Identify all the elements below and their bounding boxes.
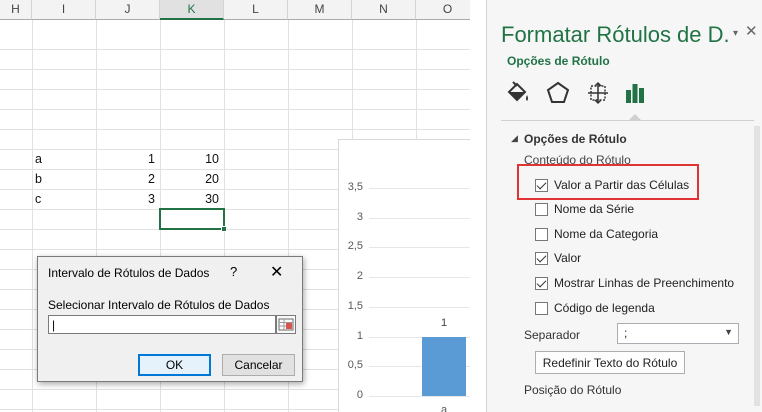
- range-dialog: Intervalo de Rótulos de Dados ? ✕ Seleci…: [37, 256, 303, 382]
- cell-i-c[interactable]: c: [32, 189, 96, 209]
- column-header-n[interactable]: N: [352, 0, 416, 20]
- pane-options-icon[interactable]: ▾: [733, 28, 738, 39]
- pane-title: Formatar Rótulos de D...: [501, 22, 729, 47]
- cell-i-a[interactable]: a: [32, 149, 96, 169]
- column-header-k[interactable]: K: [160, 0, 224, 20]
- option-value-from-cells[interactable]: Valor a Partir das Células: [535, 176, 689, 194]
- cell-j-2[interactable]: 2: [96, 169, 160, 189]
- column-header-j[interactable]: J: [96, 0, 160, 20]
- column-header-h[interactable]: H: [0, 0, 32, 20]
- reset-label-text-button[interactable]: Redefinir Texto do Rótulo: [535, 351, 685, 374]
- cell-k-10[interactable]: 10: [160, 149, 224, 169]
- checkbox[interactable]: [535, 276, 548, 290]
- collapse-dialog-button[interactable]: [276, 315, 296, 334]
- range-label: Selecionar Intervalo de Rótulos de Dados: [48, 298, 270, 312]
- y-tick-label: 2,5: [347, 240, 363, 253]
- chart-area[interactable]: 3,5 3 2,5 2 1,5 1 0,5 0 1 a: [338, 139, 470, 412]
- gridline: [369, 396, 470, 397]
- y-tick-label: 3,5: [347, 181, 363, 193]
- option-series-name[interactable]: Nome da Série: [535, 200, 634, 218]
- ok-button[interactable]: OK: [138, 354, 211, 376]
- range-input[interactable]: [48, 315, 276, 334]
- size-properties-icon: [588, 81, 608, 105]
- gridline: [369, 188, 470, 189]
- content-label: Conteúdo do Rótulo: [524, 153, 631, 167]
- fill-handle[interactable]: [221, 226, 227, 232]
- pentagon-icon: [546, 81, 570, 103]
- separator-dropdown[interactable]: ; ▼: [617, 323, 739, 344]
- tab-divider: [501, 120, 754, 121]
- label-position-label: Posição do Rótulo: [524, 383, 622, 397]
- x-category-label: a: [441, 404, 448, 412]
- dialog-title: Intervalo de Rótulos de Dados: [48, 266, 210, 280]
- collapse-triangle-icon[interactable]: ◢: [511, 133, 518, 144]
- column-header-i[interactable]: I: [32, 0, 96, 20]
- active-tab-caret: [629, 114, 641, 120]
- y-tick-label: 0: [356, 389, 363, 401]
- y-tick-label: 3: [356, 210, 363, 223]
- column-header-o[interactable]: O: [416, 0, 470, 20]
- active-cell[interactable]: [159, 208, 227, 232]
- y-tick-label: 2: [356, 270, 363, 283]
- cell-k-30[interactable]: 30: [160, 189, 224, 209]
- tab-fill-line[interactable]: [503, 78, 533, 108]
- cell-k-20[interactable]: 20: [160, 169, 224, 189]
- separator-value: ;: [624, 326, 628, 340]
- option-value[interactable]: Valor: [535, 249, 581, 267]
- gridline: [369, 277, 470, 279]
- chart-bar-a[interactable]: [422, 336, 466, 396]
- cell-i-b[interactable]: b: [32, 169, 96, 189]
- chevron-down-icon: ▼: [724, 327, 733, 337]
- gridline: [369, 217, 470, 219]
- option-category-name[interactable]: Nome da Categoria: [535, 225, 658, 243]
- column-header-m[interactable]: M: [288, 0, 352, 20]
- checkbox[interactable]: [535, 227, 548, 241]
- pane-subtitle[interactable]: Opções de Rótulo: [507, 54, 610, 68]
- close-icon[interactable]: ✕: [270, 262, 283, 282]
- gridline: [369, 247, 470, 249]
- y-tick-label: 1: [356, 329, 363, 342]
- tab-label-options[interactable]: [620, 78, 650, 108]
- section-header[interactable]: Opções de Rótulo: [524, 132, 627, 146]
- option-leader-lines[interactable]: Mostrar Linhas de Preenchimento: [535, 274, 734, 292]
- y-tick-label: 1,5: [347, 299, 363, 312]
- column-header-l[interactable]: L: [224, 0, 288, 20]
- checkbox[interactable]: [535, 178, 548, 192]
- data-label[interactable]: 1: [441, 317, 447, 329]
- y-tick-label: 0,5: [347, 359, 363, 372]
- bar-chart-icon: [626, 84, 644, 103]
- checkbox[interactable]: [535, 202, 548, 216]
- pane-scrollbar[interactable]: [754, 126, 760, 406]
- cell-j-3[interactable]: 3: [96, 189, 160, 209]
- separator-label: Separador: [524, 328, 581, 342]
- help-button[interactable]: ?: [230, 264, 237, 279]
- gridline: [369, 306, 470, 308]
- tab-size-properties[interactable]: [583, 78, 613, 108]
- tab-effects[interactable]: [543, 78, 573, 108]
- checkbox[interactable]: [535, 301, 548, 315]
- option-legend-key[interactable]: Código de legenda: [535, 299, 655, 317]
- cancel-button[interactable]: Cancelar: [222, 354, 295, 376]
- format-pane: Formatar Rótulos de D... ▾ ✕ Opções de R…: [486, 0, 762, 412]
- checkbox[interactable]: [535, 251, 548, 265]
- cell-j-1[interactable]: 1: [96, 149, 160, 169]
- paint-bucket-icon: [507, 81, 528, 102]
- pane-close-icon[interactable]: ✕: [745, 22, 758, 40]
- range-picker-icon: [278, 318, 294, 331]
